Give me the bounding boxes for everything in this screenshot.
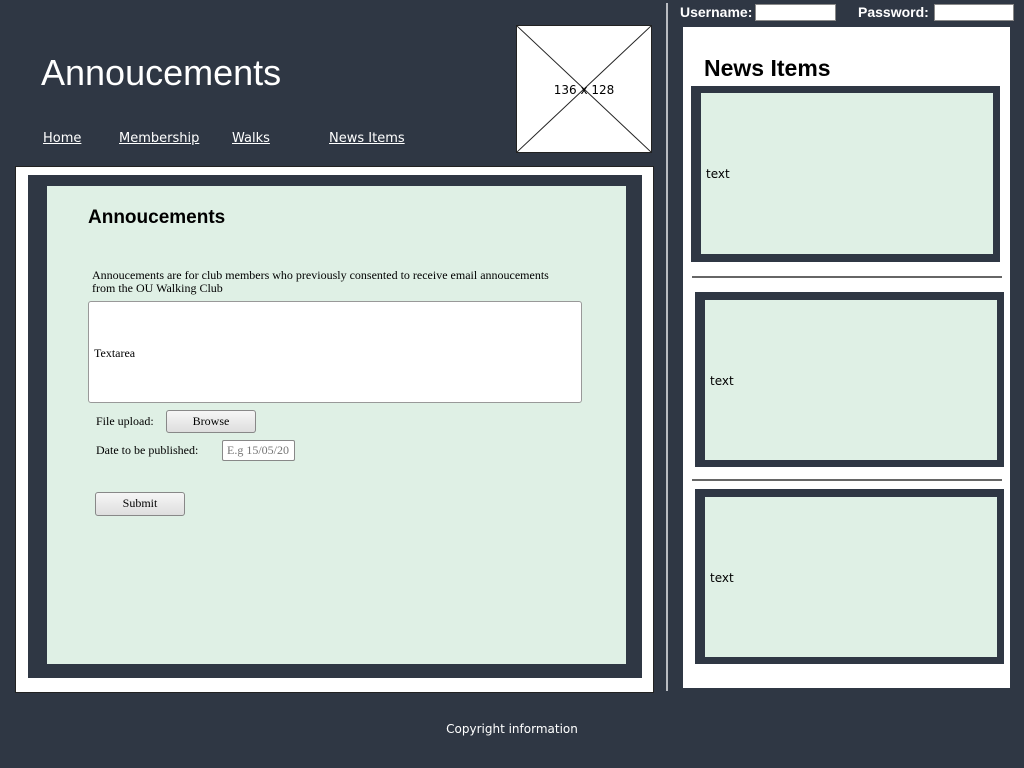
copyright-text: Copyright information [446,722,578,736]
news-item-body [705,497,997,657]
news-item[interactable]: text [691,86,1000,262]
nav-walks-link[interactable]: Walks [232,131,270,146]
news-item[interactable]: text [695,292,1004,467]
nav-home-link[interactable]: Home [43,131,81,146]
username-label: Username: [680,4,753,20]
news-item-text: text [710,374,734,388]
password-input[interactable] [934,4,1014,21]
publish-date-input[interactable] [222,440,295,461]
news-item-body [705,300,997,460]
file-upload-label: File upload: [96,414,154,428]
date-label: Date to be published: [96,443,199,457]
news-item-text: text [706,167,730,181]
nav-membership-link[interactable]: Membership [119,131,199,146]
submit-button[interactable]: Submit [95,492,185,516]
news-item[interactable]: text [695,489,1004,664]
announcement-textarea[interactable]: Textarea [88,301,582,403]
news-item-text: text [710,571,734,585]
nav-news-items-link[interactable]: News Items [329,131,405,146]
vertical-divider [666,3,668,691]
news-item-body [701,93,993,254]
form-title: Annoucements [88,207,226,228]
news-sidebar-title: News Items [704,55,831,81]
news-separator [692,479,1002,481]
form-description: Annoucements are for club members who pr… [92,268,549,295]
password-label: Password: [858,4,929,20]
username-input[interactable] [755,4,836,21]
site-title: Annoucements [41,52,282,93]
logo-image-placeholder: 136 x 128 [516,25,652,153]
news-separator [692,276,1002,278]
logo-placeholder-label: 136 x 128 [553,83,615,97]
browse-button[interactable]: Browse [166,410,256,433]
